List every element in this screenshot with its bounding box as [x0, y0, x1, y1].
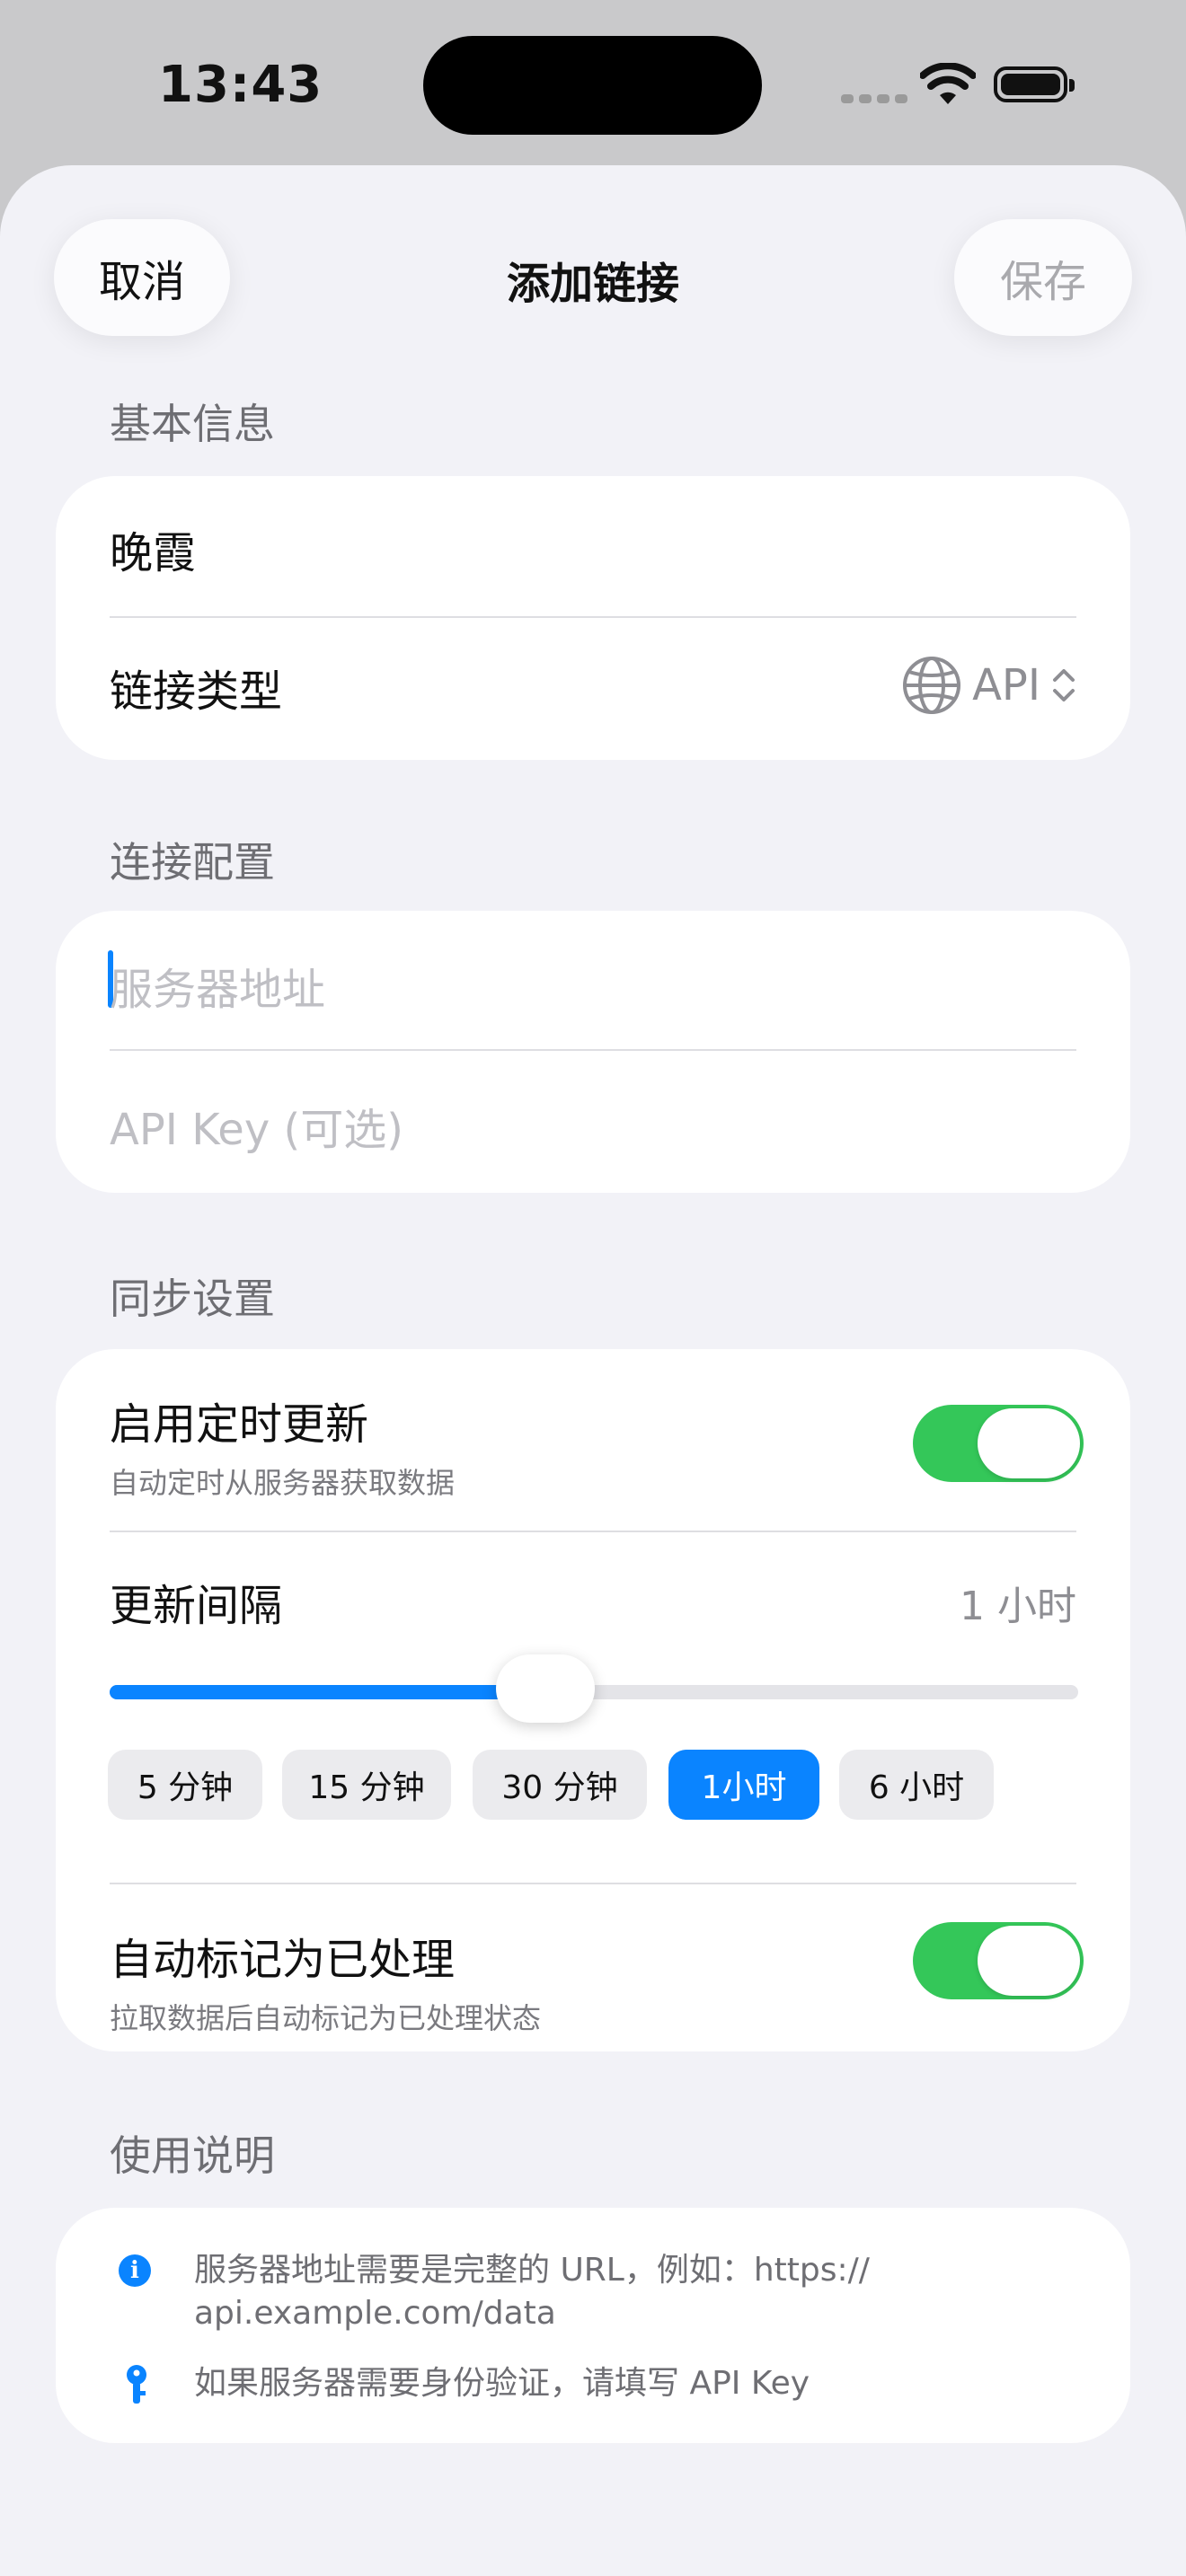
chevron-up-down-icon: [1053, 669, 1075, 701]
section-header-sync: 同步设置: [110, 1275, 275, 1323]
interval-slider[interactable]: [110, 1654, 1078, 1723]
interval-value: 1 小时: [960, 1584, 1076, 1629]
save-button[interactable]: 保存: [954, 219, 1132, 336]
battery-icon: [994, 66, 1075, 102]
section-header-basic-info: 基本信息: [110, 400, 275, 448]
usage-card: i 服务器地址需要是完整的 URL，例如：https:// api.exampl…: [56, 2208, 1130, 2443]
interval-option-15min[interactable]: 15 分钟: [282, 1750, 451, 1820]
key-icon: [127, 2365, 146, 2404]
section-header-connection: 连接配置: [110, 838, 275, 887]
slider-thumb[interactable]: [496, 1654, 596, 1723]
dynamic-island: [423, 36, 762, 135]
connection-card: 服务器地址 API Key (可选): [56, 911, 1130, 1193]
name-field[interactable]: 晚霞: [110, 517, 1076, 580]
interval-option-1hour[interactable]: 1小时: [668, 1750, 819, 1820]
wifi-icon: [920, 63, 976, 104]
divider: [110, 1049, 1076, 1051]
toggle-knob: [978, 1926, 1080, 1996]
cellular-signal-icon: [841, 90, 913, 107]
auto-mark-toggle[interactable]: [913, 1922, 1084, 1999]
status-bar: 13:43: [0, 0, 1186, 165]
globe-icon: [903, 657, 961, 714]
usage-tip-url-line2: api.example.com/data: [194, 2295, 556, 2332]
section-header-usage: 使用说明: [110, 2131, 275, 2180]
add-link-sheet: 取消 添加链接 保存 基本信息 晚霞 链接类型 API 连接配置 服务器地址 A…: [0, 165, 1186, 2576]
divider: [110, 1531, 1076, 1532]
auto-mark-desc: 拉取数据后自动标记为已处理状态: [110, 2001, 542, 2035]
link-type-row[interactable]: 链接类型 API: [110, 656, 1076, 719]
server-address-input[interactable]: 服务器地址: [110, 954, 1076, 1017]
divider: [110, 1883, 1076, 1884]
status-time: 13:43: [158, 56, 323, 114]
usage-tip-api-key-text: 如果服务器需要身份验证，请填写 API Key: [194, 2365, 810, 2402]
interval-option-5min[interactable]: 5 分钟: [108, 1750, 262, 1820]
interval-option-6hour[interactable]: 6 小时: [839, 1750, 994, 1820]
sync-settings-card: 启用定时更新 自动定时从服务器获取数据 更新间隔 1 小时 5 分钟 15 分钟…: [56, 1349, 1130, 2051]
interval-label: 更新间隔: [110, 1581, 283, 1631]
link-type-picker[interactable]: API: [902, 656, 1076, 715]
slider-fill: [110, 1685, 546, 1699]
api-key-input[interactable]: API Key (可选): [110, 1094, 1076, 1157]
link-type-label: 链接类型: [110, 666, 283, 717]
link-type-value: API: [972, 660, 1040, 710]
basic-info-card: 晚霞 链接类型 API: [56, 476, 1130, 760]
info-icon: i: [119, 2254, 151, 2287]
usage-tip-url-line1: 服务器地址需要是完整的 URL，例如：https://: [194, 2252, 870, 2289]
interval-option-30min[interactable]: 30 分钟: [473, 1750, 647, 1820]
toggle-knob: [978, 1408, 1080, 1478]
divider: [110, 616, 1076, 618]
scheduled-update-toggle[interactable]: [913, 1405, 1084, 1482]
